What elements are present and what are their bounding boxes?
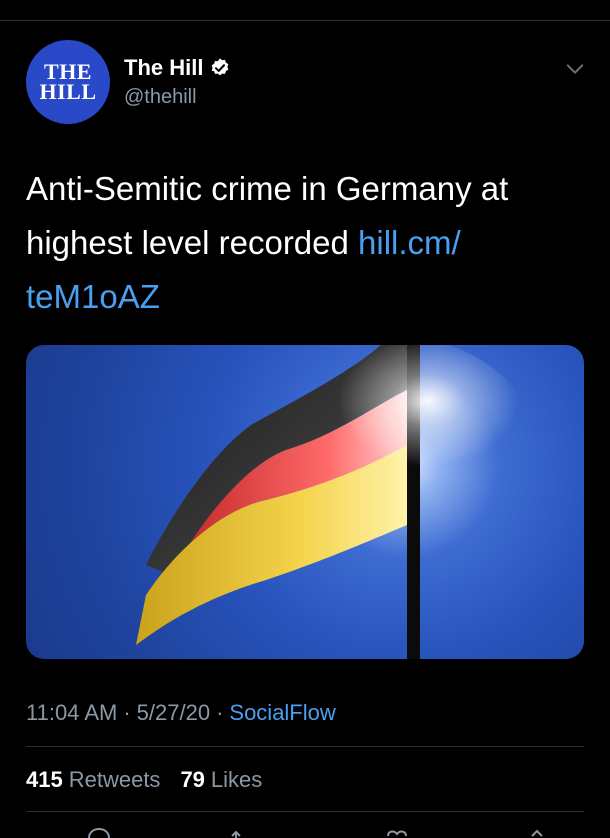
handle[interactable]: @thehill	[124, 86, 231, 109]
verified-badge-icon	[212, 58, 229, 76]
likes-label[interactable]: Likes	[211, 767, 262, 793]
top-divider	[0, 20, 610, 21]
meta-separator: ·	[216, 700, 224, 725]
reply-icon[interactable]	[84, 826, 114, 838]
german-flag-image	[136, 345, 536, 659]
retweets-count[interactable]: 415	[26, 767, 63, 793]
retweet-icon[interactable]	[226, 826, 256, 838]
like-icon[interactable]	[382, 826, 412, 838]
stats-bottom-divider	[26, 811, 584, 812]
avatar-logo-line2: HILL	[39, 79, 97, 104]
author-block: The Hill @thehill	[124, 54, 231, 109]
tweet-link-part1[interactable]: hill.cm/	[358, 224, 461, 261]
likes-count[interactable]: 79	[180, 767, 204, 793]
name-row: The Hill	[124, 54, 231, 82]
stats-top-divider	[26, 746, 584, 747]
tweet-stats: 415 Retweets 79 Likes	[26, 767, 262, 793]
tweet-date: 5/27/20	[136, 700, 211, 725]
action-bar	[26, 826, 584, 838]
tweet-source[interactable]: SocialFlow	[229, 700, 335, 726]
media-image[interactable]	[26, 345, 584, 659]
tweet-text: Anti-Semitic crime in Germany at highest…	[26, 162, 566, 324]
chevron-down-icon[interactable]	[564, 58, 586, 80]
display-name[interactable]: The Hill	[124, 55, 203, 81]
share-icon[interactable]	[522, 826, 552, 838]
retweets-label[interactable]: Retweets	[69, 767, 161, 793]
meta-separator: ·	[123, 700, 131, 725]
tweet-meta: 11:04 AM · 5/27/20 · SocialFlow	[26, 700, 336, 726]
avatar[interactable]: THE HILL	[26, 40, 110, 124]
tweet-link-part2[interactable]: teM1oAZ	[26, 278, 160, 315]
tweet-time: 11:04 AM	[26, 700, 118, 725]
